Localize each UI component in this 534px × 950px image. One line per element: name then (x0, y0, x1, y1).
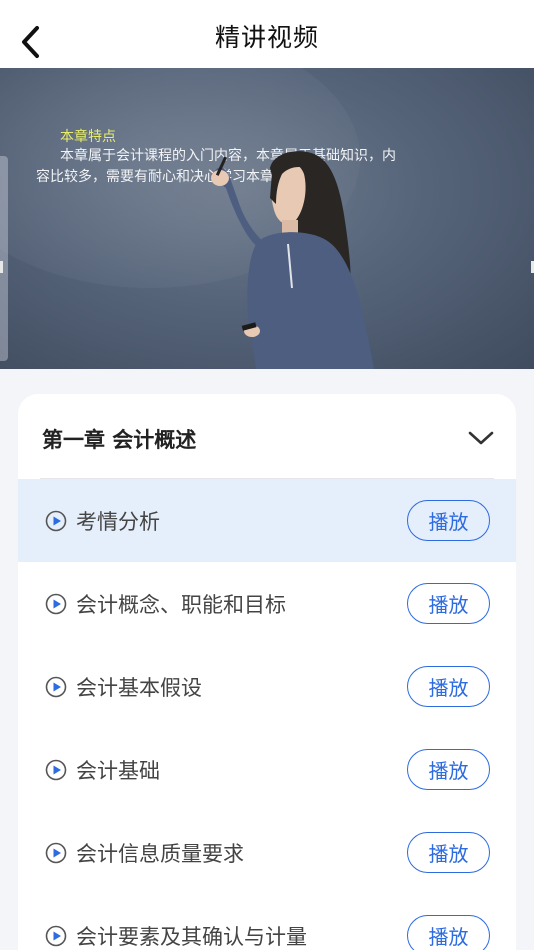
video-player[interactable]: 本章特点 本章属于会计课程的入门内容，本章属于基础知识，内容比较多，需要有耐心和… (0, 68, 534, 369)
play-circle-icon (45, 593, 67, 615)
top-nav-bar: 精讲视频 (0, 0, 534, 68)
play-circle-icon (45, 925, 67, 947)
play-button[interactable]: 播放 (407, 832, 490, 873)
lesson-title: 会计信息质量要求 (76, 842, 244, 866)
play-button[interactable]: 播放 (407, 666, 490, 707)
play-circle-icon (45, 510, 67, 532)
chapter-card: 第一章 会计概述 考情分析 播放 会计概念、职能和目标 播放 会计基本假设 播放… (18, 394, 516, 950)
page-title: 精讲视频 (214, 23, 319, 52)
lesson-list: 考情分析 播放 会计概念、职能和目标 播放 会计基本假设 播放 会计基础 播放 … (18, 479, 516, 950)
play-button[interactable]: 播放 (407, 749, 490, 790)
play-button[interactable]: 播放 (407, 500, 490, 541)
chevron-down-icon[interactable] (468, 430, 494, 446)
play-button[interactable]: 播放 (407, 583, 490, 624)
chapter-header[interactable]: 第一章 会计概述 (18, 394, 516, 478)
lesson-item[interactable]: 会计基本假设 播放 (18, 645, 516, 728)
lesson-title: 会计概念、职能和目标 (76, 593, 286, 617)
lesson-title: 会计基本假设 (76, 676, 202, 700)
play-circle-icon (45, 759, 67, 781)
left-edge-marker (0, 261, 3, 273)
play-circle-icon (45, 676, 67, 698)
lesson-title: 考情分析 (76, 510, 160, 534)
lesson-item[interactable]: 会计概念、职能和目标 播放 (18, 562, 516, 645)
side-drawer-handle[interactable] (0, 156, 8, 361)
lesson-title: 会计要素及其确认与计量 (76, 925, 307, 949)
slide-heading: 本章特点 (60, 129, 116, 145)
lesson-title: 会计基础 (76, 759, 160, 783)
play-circle-icon (45, 842, 67, 864)
play-button[interactable]: 播放 (407, 915, 490, 950)
presenter-figure (211, 151, 374, 369)
lesson-item[interactable]: 考情分析 播放 (18, 479, 516, 562)
lesson-item[interactable]: 会计要素及其确认与计量 播放 (18, 894, 516, 950)
lesson-item[interactable]: 会计基础 播放 (18, 728, 516, 811)
chapter-title: 第一章 会计概述 (42, 428, 197, 452)
lesson-item[interactable]: 会计信息质量要求 播放 (18, 811, 516, 894)
